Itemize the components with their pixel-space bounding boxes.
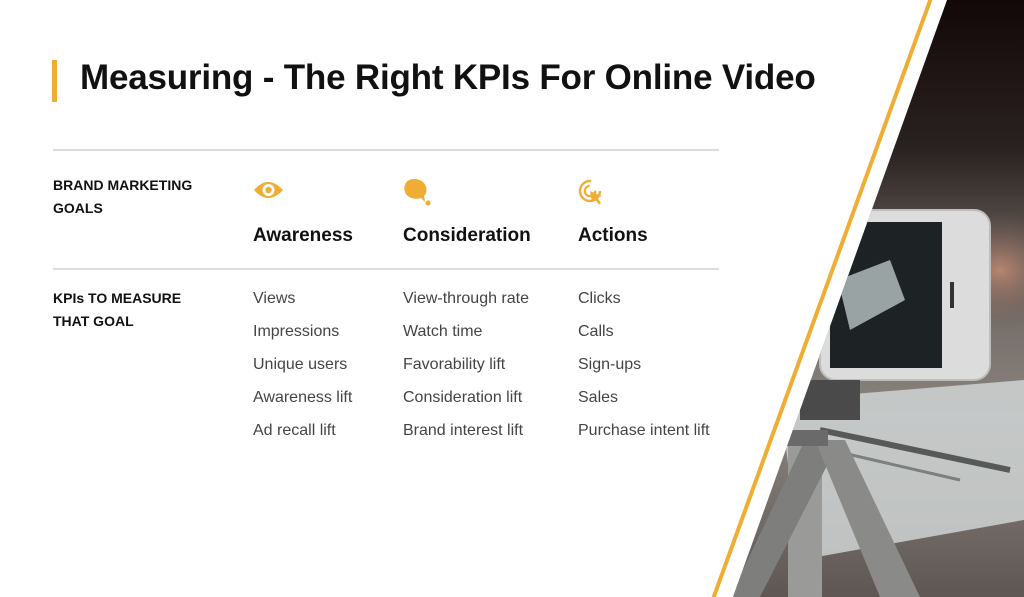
kpi-item: Watch time — [403, 323, 483, 340]
kpi-list-awareness: Views Impressions Unique users Awareness… — [253, 282, 352, 447]
kpi-item: Sign-ups — [578, 356, 642, 373]
goals-label-line-2: GOALS — [53, 200, 103, 216]
kpi-item: Impressions — [253, 323, 340, 340]
goal-name: Awareness — [253, 225, 353, 246]
kpi-item: Views — [253, 290, 296, 307]
divider-middle — [53, 268, 719, 270]
kpi-item: Awareness lift — [253, 389, 353, 406]
thought-bubble-icon — [404, 179, 431, 206]
divider-top — [53, 149, 719, 151]
kpi-item: Purchase intent lift — [578, 422, 710, 439]
goal-consideration: Consideration — [403, 178, 531, 247]
kpi-list-consideration: View-through rate Watch time Favorabilit… — [403, 282, 529, 447]
kpis-label-line-1: KPIs TO MEASURE — [53, 290, 182, 306]
kpi-item: Brand interest lift — [403, 422, 524, 439]
goal-actions: Actions — [578, 178, 648, 247]
kpi-item: Ad recall lift — [253, 422, 336, 439]
page-title: Measuring - The Right KPIs For Online Vi… — [80, 58, 816, 97]
kpis-label-line-2: THAT GOAL — [53, 313, 134, 329]
kpi-item: Favorability lift — [403, 356, 506, 373]
eye-icon — [254, 182, 283, 198]
goal-awareness: Awareness — [253, 178, 353, 247]
kpi-item: View-through rate — [403, 290, 529, 307]
kpi-item: Unique users — [253, 356, 348, 373]
goal-name: Actions — [578, 225, 648, 246]
kpi-item: Clicks — [578, 290, 621, 307]
goals-label-line-1: BRAND MARKETING — [53, 177, 193, 193]
kpi-list-actions: Clicks Calls Sign-ups Sales Purchase int… — [578, 282, 710, 447]
kpis-row-label: KPIs TO MEASURE THAT GOAL — [53, 287, 223, 333]
goals-row-label: BRAND MARKETING GOALS — [53, 174, 223, 220]
title-accent-bar — [52, 60, 57, 102]
kpi-item: Consideration lift — [403, 389, 523, 406]
kpi-item: Sales — [578, 389, 619, 406]
cursor-click-target-icon — [578, 179, 602, 205]
kpi-item: Calls — [578, 323, 614, 340]
goal-name: Consideration — [403, 225, 531, 246]
